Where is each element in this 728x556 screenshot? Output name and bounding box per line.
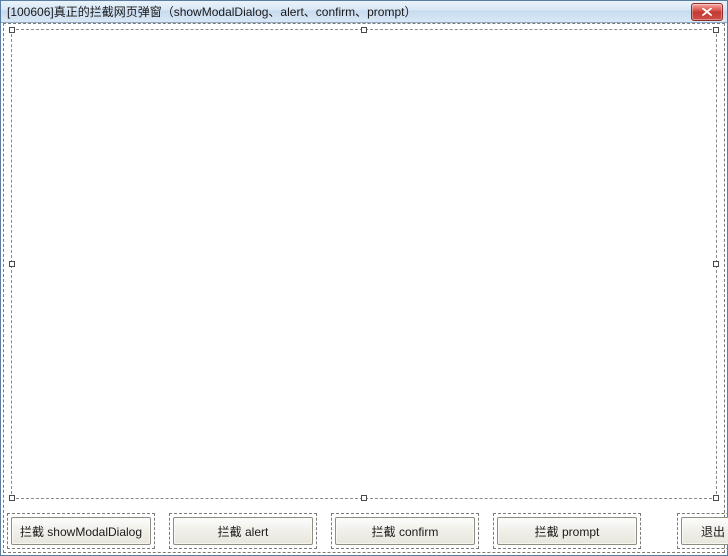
- block-alert-button[interactable]: 拦截 alert: [173, 517, 313, 545]
- button-slot: 拦截 showModalDialog: [11, 517, 151, 545]
- block-showmodaldialog-button[interactable]: 拦截 showModalDialog: [11, 517, 151, 545]
- button-label: 拦截 confirm: [372, 523, 439, 540]
- webview-panel[interactable]: [11, 29, 717, 499]
- close-icon: [702, 8, 712, 16]
- block-confirm-button[interactable]: 拦截 confirm: [335, 517, 475, 545]
- block-prompt-button[interactable]: 拦截 prompt: [497, 517, 637, 545]
- titlebar: [100606]真正的拦截网页弹窗（showModalDialog、alert、…: [1, 1, 727, 23]
- window-title: [100606]真正的拦截网页弹窗（showModalDialog、alert、…: [7, 3, 691, 20]
- form-designer-surface[interactable]: 拦截 showModalDialog 拦截 alert 拦截 confirm 拦…: [1, 23, 727, 555]
- button-slot: 拦截 alert: [173, 517, 313, 545]
- button-slot: 退出: [681, 517, 728, 545]
- resize-handle-w[interactable]: [9, 261, 15, 267]
- resize-handle-sw[interactable]: [9, 495, 15, 501]
- button-label: 拦截 showModalDialog: [20, 523, 142, 540]
- button-label: 拦截 alert: [218, 523, 269, 540]
- resize-handle-e[interactable]: [713, 261, 719, 267]
- resize-handle-nw[interactable]: [9, 27, 15, 33]
- button-slot: 拦截 prompt: [497, 517, 637, 545]
- resize-handle-se[interactable]: [713, 495, 719, 501]
- resize-handle-s[interactable]: [361, 495, 367, 501]
- resize-handle-ne[interactable]: [713, 27, 719, 33]
- close-button[interactable]: [691, 3, 723, 21]
- button-row: 拦截 showModalDialog 拦截 alert 拦截 confirm 拦…: [11, 517, 717, 545]
- button-label: 拦截 prompt: [535, 523, 600, 540]
- exit-button[interactable]: 退出: [681, 517, 728, 545]
- app-window: [100606]真正的拦截网页弹窗（showModalDialog、alert、…: [0, 0, 728, 556]
- button-slot: 拦截 confirm: [335, 517, 475, 545]
- button-label: 退出: [701, 523, 725, 540]
- resize-handle-n[interactable]: [361, 27, 367, 33]
